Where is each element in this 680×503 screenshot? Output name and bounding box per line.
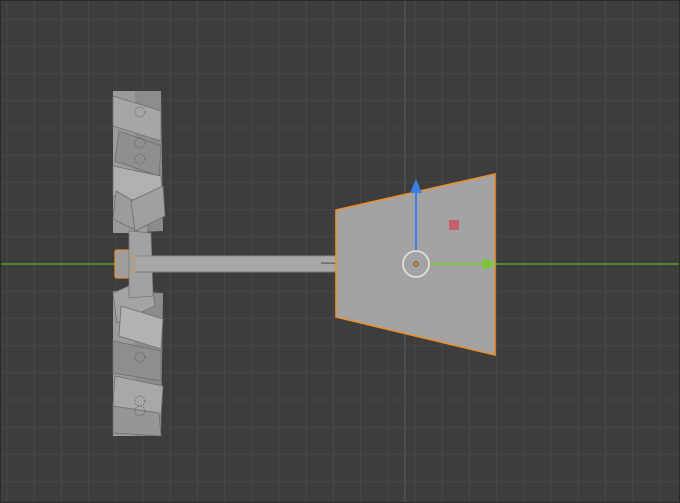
3d-viewport[interactable] [0,0,680,503]
pivot-point-icon [413,261,419,267]
viewport-canvas[interactable] [1,1,680,503]
gizmo-plane-handle[interactable] [449,220,459,230]
